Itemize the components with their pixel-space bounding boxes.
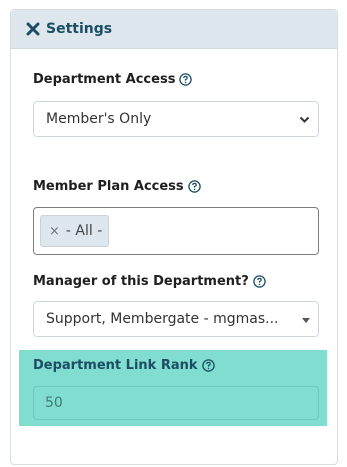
plan-tag-label: - All - <box>65 223 103 239</box>
link-rank-label: Department Link Rank <box>33 358 215 373</box>
question-circle-icon[interactable] <box>179 73 193 86</box>
manager-select[interactable]: Support, Membergate - mgmas... <box>33 301 319 337</box>
department-access-select[interactable]: Member's Only <box>33 101 319 137</box>
link-rank-label-text: Department Link Rank <box>33 358 198 373</box>
chevron-down-icon <box>299 116 310 123</box>
department-access-label-text: Department Access <box>33 72 176 87</box>
caret-down-icon <box>302 318 310 323</box>
panel-title: Settings <box>46 21 113 37</box>
member-plan-access-label-text: Member Plan Access <box>33 179 184 194</box>
link-rank-input[interactable] <box>33 386 319 420</box>
department-access-label: Department Access <box>33 72 193 87</box>
member-plan-multiselect[interactable]: × - All - <box>33 207 319 255</box>
question-circle-icon[interactable] <box>201 359 215 372</box>
manager-label: Manager of this Department? <box>33 274 266 289</box>
question-circle-icon[interactable] <box>187 180 201 193</box>
manager-label-text: Manager of this Department? <box>33 274 249 289</box>
tag-remove-icon[interactable]: × <box>49 224 60 239</box>
settings-panel: Settings Department Access Member's Only… <box>10 9 338 465</box>
question-circle-icon[interactable] <box>253 275 266 288</box>
settings-header[interactable]: Settings <box>11 10 337 49</box>
plan-tag: × - All - <box>40 215 110 247</box>
manager-value: Support, Membergate - mgmas... <box>46 311 279 327</box>
member-plan-access-label: Member Plan Access <box>33 179 201 194</box>
close-x-icon[interactable] <box>26 22 40 36</box>
department-access-value: Member's Only <box>46 111 152 127</box>
